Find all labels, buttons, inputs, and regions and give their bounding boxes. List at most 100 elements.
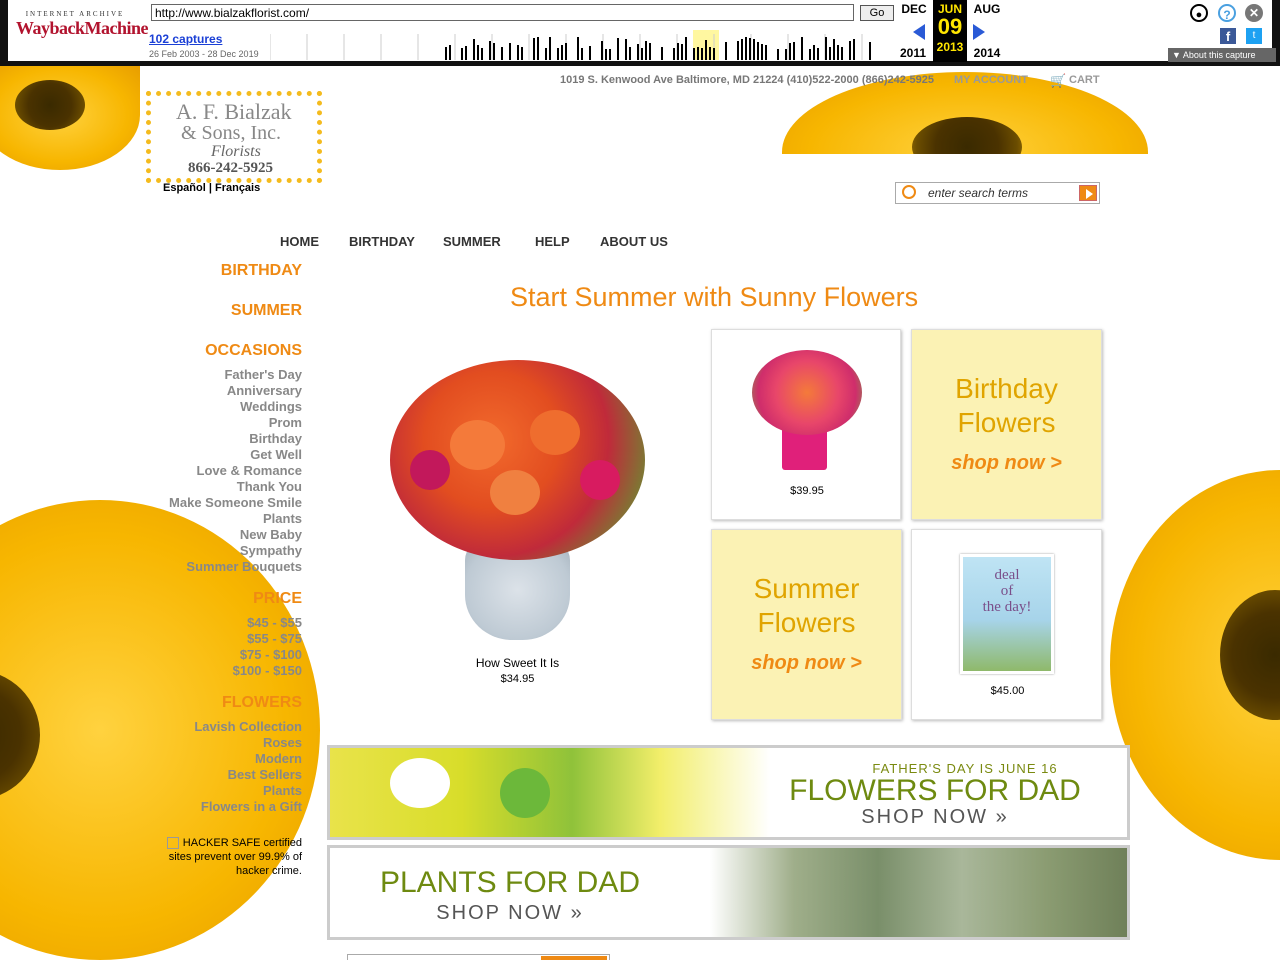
sidebar-summer[interactable]: SUMMER xyxy=(142,302,302,320)
promo-birthday-flowers[interactable]: Birthday Flowers shop now > xyxy=(911,329,1102,520)
wayback-captures-link[interactable]: 102 captures xyxy=(149,32,222,46)
sidebar-link[interactable]: Flowers in a Gift xyxy=(102,799,302,815)
deal-text-2: of xyxy=(1000,583,1014,599)
banner1-cta[interactable]: SHOP NOW » xyxy=(770,806,1100,829)
sparkline-bar xyxy=(673,48,675,60)
sparkline-bar xyxy=(817,48,819,60)
cart-link[interactable]: CART xyxy=(1069,74,1100,86)
sidebar-link[interactable]: Lavish Collection xyxy=(102,719,302,735)
sparkline-bar xyxy=(777,49,779,60)
promo-summer-flowers[interactable]: Summer Flowers shop now > xyxy=(711,529,902,720)
sidebar-link[interactable]: $45 - $55 xyxy=(102,615,302,631)
sidebar-link[interactable]: $100 - $150 xyxy=(102,663,302,679)
logo-line3: Florists xyxy=(211,143,261,160)
sparkline-bar xyxy=(849,41,851,60)
search-input[interactable]: enter search terms xyxy=(928,186,1028,200)
my-account-link[interactable]: MY ACCOUNT xyxy=(954,74,1028,86)
sidebar-link[interactable]: $75 - $100 xyxy=(102,647,302,663)
sidebar-link[interactable]: Anniversary xyxy=(102,383,302,399)
sidebar-link[interactable]: New Baby xyxy=(102,527,302,543)
help-icon[interactable]: ? xyxy=(1218,4,1236,22)
search-box[interactable]: enter search terms xyxy=(895,182,1100,204)
sparkline-bar xyxy=(617,38,619,60)
sparkline-bar xyxy=(869,42,871,60)
sparkline-bar xyxy=(697,47,699,60)
banner2-big-text: PLANTS FOR DAD xyxy=(379,866,641,899)
wayback-capture-sparkline[interactable] xyxy=(270,30,890,60)
sidebar-link[interactable]: Modern xyxy=(102,751,302,767)
footer-search-button[interactable] xyxy=(541,956,607,960)
twitter-icon[interactable]: t xyxy=(1246,28,1262,44)
wayback-logo-main: WaybackMachine xyxy=(16,18,149,38)
sparkline-bar xyxy=(853,39,855,60)
wayback-toolbar: INTERNET ARCHIVE WaybackMachine http://w… xyxy=(0,0,1280,66)
sparkline-bar xyxy=(749,38,751,60)
sparkline-bar xyxy=(489,41,491,60)
store-logo[interactable]: A. F. Bialzak & Sons, Inc. Florists 866-… xyxy=(146,91,322,183)
search-submit-button[interactable] xyxy=(1079,185,1097,201)
banner2-cta[interactable]: SHOP NOW » xyxy=(360,902,660,925)
sidebar-link[interactable]: Plants xyxy=(102,783,302,799)
sidebar-link[interactable]: Best Sellers xyxy=(102,767,302,783)
sparkline-bar xyxy=(757,42,759,60)
banner-flowers-for-dad[interactable]: FATHER'S DAY IS JUNE 16 FLOWERS FOR DAD … xyxy=(327,745,1130,840)
promo-birthday-cta[interactable]: shop now > xyxy=(912,452,1101,475)
banner-plants-for-dad[interactable]: PLANTS FOR DAD SHOP NOW » xyxy=(327,845,1130,940)
sidebar-link[interactable]: Sympathy xyxy=(102,543,302,559)
nav-help[interactable]: HELP xyxy=(535,234,570,249)
sidebar-link[interactable]: Get Well xyxy=(102,447,302,463)
deal-of-the-day-image: deal of the day! xyxy=(960,554,1054,674)
sidebar-link[interactable]: Thank You xyxy=(102,479,302,495)
user-icon[interactable]: ● xyxy=(1190,4,1208,22)
sidebar-link[interactable]: Prom xyxy=(102,415,302,431)
feature-bouquet-image[interactable] xyxy=(380,350,655,650)
cart-icon[interactable]: 🛒 xyxy=(1050,73,1066,89)
sidebar-link[interactable]: Love & Romance xyxy=(102,463,302,479)
wayback-prev-year[interactable]: 2011 xyxy=(896,46,930,60)
sidebar-link[interactable]: Father's Day xyxy=(102,367,302,383)
wayback-next-month[interactable]: AUG xyxy=(970,2,1004,16)
promo-summer-cta[interactable]: shop now > xyxy=(712,652,901,675)
sparkline-bar xyxy=(701,48,703,60)
wayback-next-arrow-icon[interactable] xyxy=(973,24,985,40)
sidebar-birthday[interactable]: BIRTHDAY xyxy=(142,262,302,280)
sidebar-occasion-list: Father's Day Anniversary Weddings Prom Birth… xyxy=(102,367,302,575)
language-links[interactable]: Español | Français xyxy=(163,182,260,194)
footer-search-box[interactable] xyxy=(347,954,610,960)
sparkline-bar xyxy=(693,48,695,60)
sidebar-link[interactable]: Plants xyxy=(102,511,302,527)
sidebar-link[interactable]: Roses xyxy=(102,735,302,751)
hacker-safe-badge[interactable]: HACKER SAFE certified sites prevent over… xyxy=(165,836,302,878)
wayback-next-year[interactable]: 2014 xyxy=(970,46,1004,60)
sparkline-bar xyxy=(477,45,479,60)
nav-summer[interactable]: SUMMER xyxy=(443,234,501,249)
wayback-logo[interactable]: INTERNET ARCHIVE WaybackMachine xyxy=(16,4,149,58)
close-icon[interactable]: ✕ xyxy=(1245,4,1263,22)
sparkline-bar xyxy=(533,38,535,60)
sidebar-link[interactable]: Birthday xyxy=(102,431,302,447)
sparkline-bar xyxy=(625,39,627,60)
sidebar-link[interactable]: $55 - $75 xyxy=(102,631,302,647)
sidebar-link[interactable]: Summer Bouquets xyxy=(102,559,302,575)
wayback-about-capture[interactable]: ▼ About this capture xyxy=(1168,48,1276,62)
sidebar-link[interactable]: Weddings xyxy=(102,399,302,415)
wayback-prev-month[interactable]: DEC xyxy=(897,2,931,16)
facebook-icon[interactable]: f xyxy=(1220,28,1236,44)
feature-product-name[interactable]: How Sweet It Is xyxy=(420,656,615,670)
sparkline-bar xyxy=(493,43,495,60)
nav-home[interactable]: HOME xyxy=(280,234,319,249)
nav-birthday[interactable]: BIRTHDAY xyxy=(349,234,415,249)
wayback-go-button[interactable]: Go xyxy=(860,5,894,21)
sidebar-link[interactable]: Make Someone Smile xyxy=(102,495,302,511)
sparkline-bar xyxy=(661,47,663,60)
deal-of-the-day-card[interactable]: deal of the day! $45.00 xyxy=(911,529,1102,720)
sparkline-bar xyxy=(745,37,747,60)
promo-summer-title2: Flowers xyxy=(757,607,856,638)
wayback-prev-arrow-icon[interactable] xyxy=(913,24,925,40)
sidebar-price-list: $45 - $55 $55 - $75 $75 - $100 $100 - $150 xyxy=(102,615,302,679)
wayback-url-input[interactable]: http://www.bialzakflorist.com/ xyxy=(151,4,854,21)
nav-about-us[interactable]: ABOUT US xyxy=(600,234,668,249)
sidebar-flowers: FLOWERS xyxy=(222,694,302,711)
sparkline-bar xyxy=(545,48,547,60)
product-card-1[interactable]: $39.95 xyxy=(711,329,901,520)
